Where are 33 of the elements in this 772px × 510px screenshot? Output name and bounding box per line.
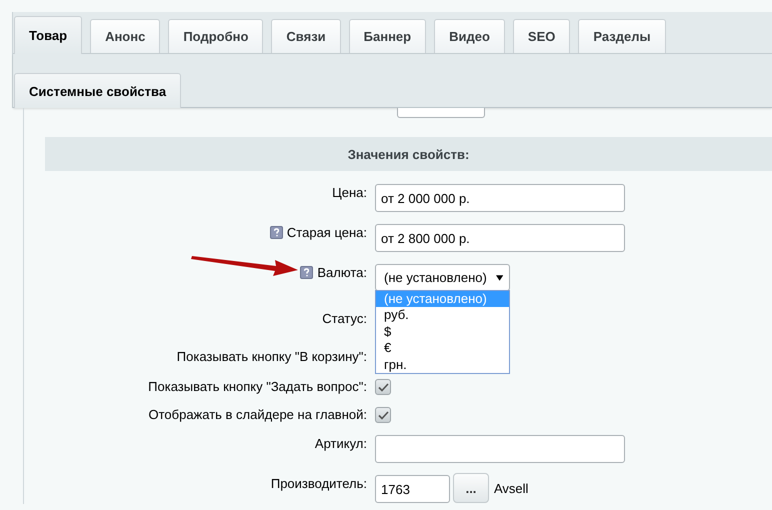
section-title: Значения свойств: [348,146,470,162]
field-label: Показывать кнопку "В корзину": [176,349,367,364]
field-label: Валюта: [317,265,367,280]
checkbox[interactable] [375,379,391,395]
help-icon[interactable] [300,266,314,279]
tab[interactable]: Системные свойства [14,73,182,108]
tab[interactable]: SEO [512,19,570,53]
tab[interactable]: Разделы [578,19,666,53]
tab[interactable]: Анонс [90,19,160,53]
tab[interactable]: Связи [271,19,341,53]
help-icon[interactable] [270,226,283,239]
field-label: Старая цена: [286,225,367,240]
tab[interactable]: Баннер [348,19,426,53]
currency-select[interactable]: (не установлено) [375,264,510,291]
text-field[interactable] [375,435,625,463]
tab[interactable]: Подробно [168,19,264,53]
field-label: Производитель: [270,476,367,491]
field-label: Статус: [322,311,367,326]
checkbox[interactable] [375,407,391,423]
checkmark-icon [378,382,388,392]
field-label: Отображать в слайдере на главной: [148,407,367,422]
checkmark-icon [378,410,388,420]
caret-icon [496,274,503,280]
browse-button[interactable]: ... [453,473,489,503]
field-label: Артикул: [314,436,367,451]
field-label: Показывать кнопку "Задать вопрос": [148,379,367,394]
text-field[interactable]: от 2 000 000 р. [375,184,625,212]
text-field[interactable]: от 2 800 000 р. [375,224,625,252]
manufacturer-name: Avsell [494,480,528,498]
tab[interactable]: Товар [14,16,82,54]
field-label: Цена: [332,185,367,200]
text-field[interactable]: 1763 [375,475,450,503]
tab[interactable]: Видео [434,19,505,53]
